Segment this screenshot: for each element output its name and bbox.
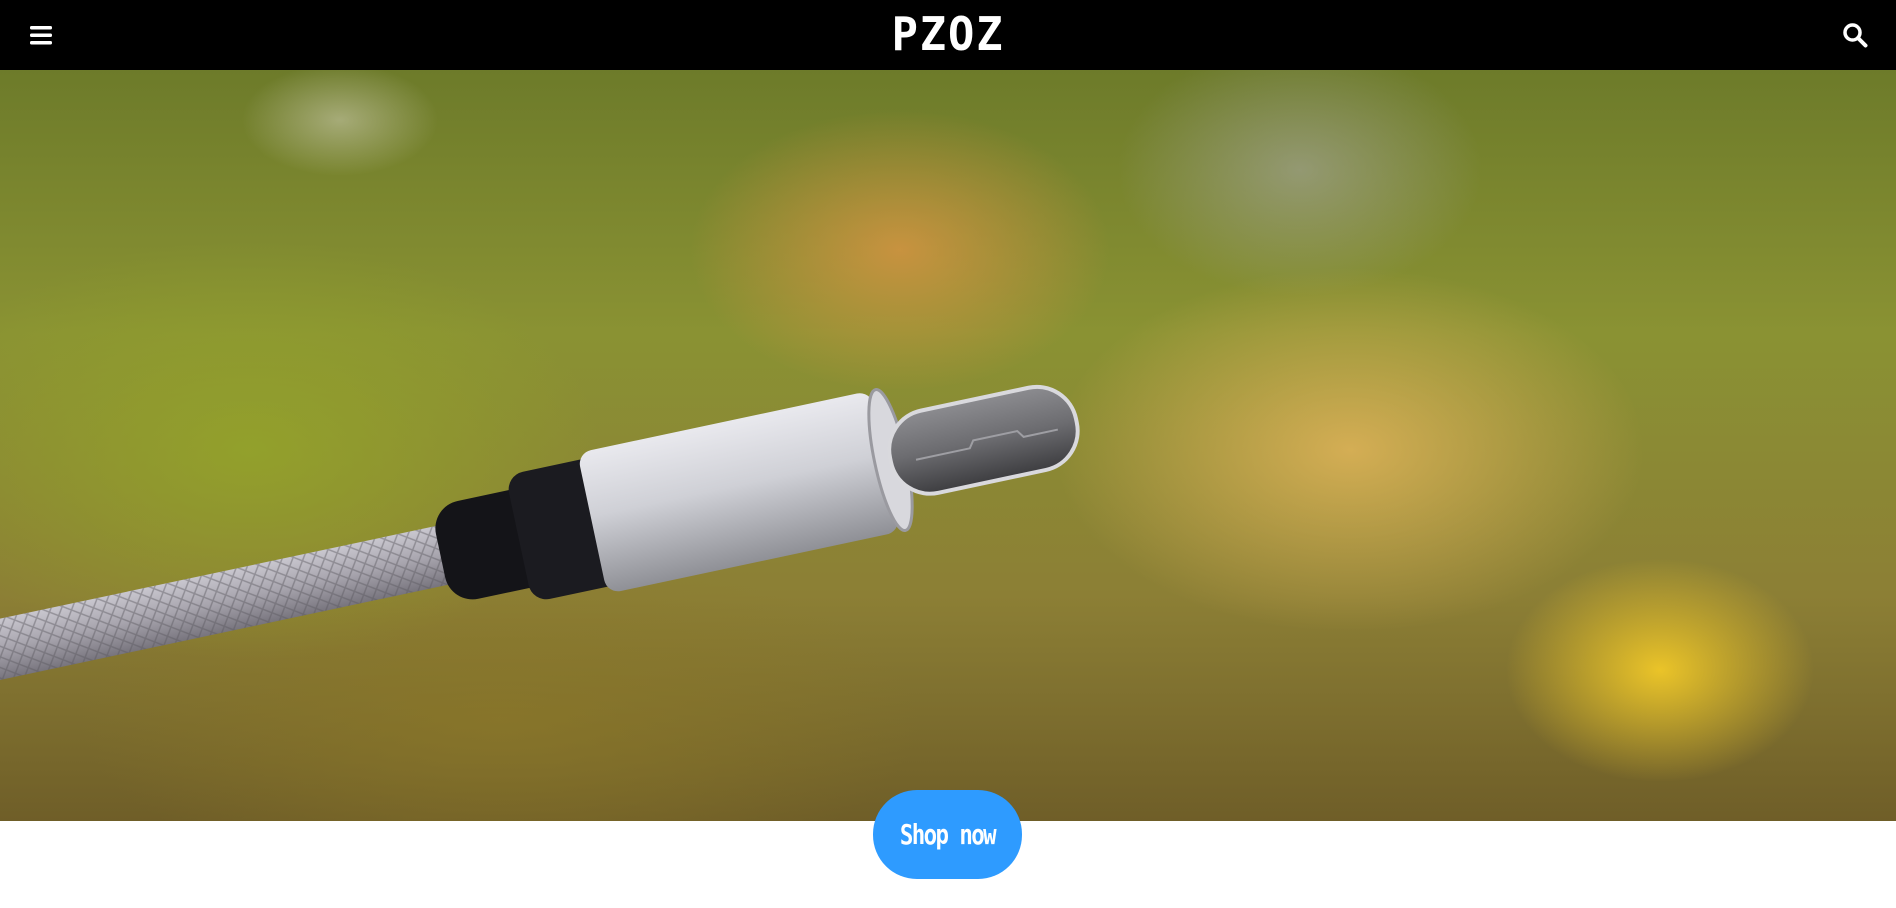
shop-now-label: Shop now — [899, 818, 997, 851]
shop-now-button[interactable]: Shop now — [873, 790, 1022, 879]
site-header: PZOZ — [0, 0, 1896, 70]
hamburger-menu-icon[interactable] — [24, 18, 58, 52]
hero-banner-image — [0, 70, 1896, 821]
search-icon[interactable] — [1838, 18, 1872, 52]
site-logo[interactable]: PZOZ — [892, 10, 1005, 58]
usb-c-cable-image — [0, 384, 1080, 685]
